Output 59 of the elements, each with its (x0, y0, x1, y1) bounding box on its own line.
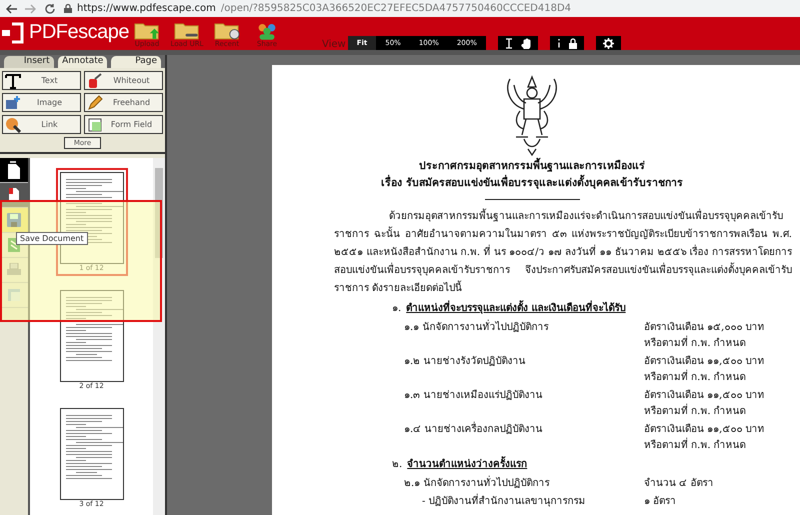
view-label: View (322, 39, 346, 50)
documents-icon[interactable] (7, 161, 21, 179)
position-value: หรือตามที่ ก.พ. กำหนด (644, 438, 765, 454)
position-label: ๑.๒ นายช่างรังวัดปฏิบัติงาน (404, 355, 526, 369)
letter-t-icon (5, 72, 21, 88)
position-label: ๑.๓ นายช่างเหมืองแร่ปฏิบัติงาน (404, 388, 544, 403)
url-host: https://www.pdfescape.com (77, 3, 216, 14)
info-icon[interactable] (556, 38, 561, 48)
link-icon (5, 116, 21, 132)
folder-icon (174, 21, 200, 40)
tool-button[interactable]: Whiteout (84, 71, 163, 90)
document-title: ประกาศกรมอุตสาหกรรมพื้นฐานและการเหมืองแร่ (252, 159, 800, 174)
tool-button[interactable]: Image (2, 93, 81, 112)
reload-icon[interactable] (44, 2, 56, 14)
tool-button[interactable]: Freehand (84, 93, 163, 112)
section-number: ๑. (392, 302, 402, 316)
tool-button[interactable]: Link (2, 115, 81, 134)
folder-icon (134, 21, 160, 40)
position-value: หรือตามที่ ก.พ. กำหนด (644, 370, 765, 386)
position-label: - ปฏิบัติงานที่สำนักงานเลขานุการกรม (422, 494, 644, 510)
position-value: หรือตามที่ ก.พ. กำหนด (644, 404, 765, 420)
url-path: /open/?8595825C03A366520EC27EFEC5DA4757750460CCCED418D4 (220, 3, 572, 14)
tool-button[interactable]: Form Field (84, 115, 163, 134)
position-label: ๑.๑ นักจัดการงานทั่วไปปฏิบัติการ (404, 320, 644, 352)
panel-tab[interactable]: Annotate (58, 56, 108, 68)
section-number: ๒. (392, 458, 402, 472)
position-value: อัตราเงินเดือน ๑๑,๕๐๐ บาท (644, 388, 765, 403)
logo-text: PDFescape (29, 21, 129, 44)
save-icon[interactable] (7, 213, 21, 227)
logo-icon (2, 22, 24, 44)
picture-icon (5, 94, 21, 110)
position-value: อัตราเงินเดือน ๑๕,๐๐๐ บาท (644, 320, 765, 335)
hand-icon[interactable] (520, 38, 531, 48)
document-title: เรื่อง รับสมัครสอบแข่งขันเพื่อบรรจุและแต่งตั้งบุคคลเข้ารับราชการ (252, 176, 800, 191)
pdf-document-icon[interactable] (8, 187, 20, 203)
position-value: อัตราเงินเดือน ๑๑,๕๐๐ บาท (644, 354, 765, 369)
position-label: ๑.๔ นายช่างเครื่องกลปฏิบัติงาน (404, 422, 644, 454)
section-heading: จำนวนตำแหน่งว่างครั้งแรก (407, 456, 528, 474)
section-heading: ตำแหน่งที่จะบรรจุและแต่งตั้ง และเงินเดือนที่จะได้รับ (406, 300, 626, 318)
position-value: อัตราเงินเดือน ๑๑,๕๐๐ บาท (644, 422, 765, 437)
back-icon[interactable] (6, 4, 17, 14)
position-value: หรือตามที่ ก.พ. กำหนด (644, 336, 765, 352)
panel-tab[interactable]: Insert (4, 56, 54, 68)
folder-icon (214, 21, 240, 40)
tooltip: Save Document (16, 232, 88, 245)
lock-icon (64, 4, 72, 13)
settings-icon[interactable] (602, 38, 614, 48)
lock-icon[interactable] (568, 38, 577, 48)
text-cursor-icon[interactable] (504, 38, 513, 48)
document-paragraph: ด้วยกรมอุตสาหกรรมพื้นฐานและการเหมืองแร่จะดำเนินการสอบแข่งขันเพื่อบรรจุบุคคลเข้ารับราชการ ฉะนั้น อาศัยอำนาจตามความในมาตรา ๕๓ แห่งพระราชบัญญัติระเบียบข้าราชการพลเรือน พ.ศ. ๒๕๕๑ และหนังสือสำนักงาน ก.พ. ที่ นร ๑๐๐๔/ว ๑๗ ลงวันที่ ๑๑ ธันวาคม ๒๕๕๖ เรื่อง การสรรหาโดยการสอบแข่งขันเพื่อบรรจุบุคคลเข้ารับราชการ จึงประกาศรับสมัครสอบแข่งขันเพื่อบรรจุและแต่งตั้งบุคคลเข้ารับราชการ ดังรายละเอียดต่อไปนี้ (272, 208, 800, 298)
panel-tab[interactable]: Page (111, 56, 162, 68)
position-value: ๑ อัตรา (644, 495, 676, 509)
bottle-icon (87, 72, 103, 88)
position-label: ๒.๑ นักจัดการงานทั่วไปปฏิบัติการ (404, 476, 644, 492)
tool-button[interactable]: Text (2, 71, 81, 90)
scrollbar[interactable] (153, 158, 165, 515)
form-field-icon (87, 116, 103, 132)
pencil-icon (87, 94, 103, 110)
position-value: จำนวน ๔ อัตรา (644, 476, 714, 491)
